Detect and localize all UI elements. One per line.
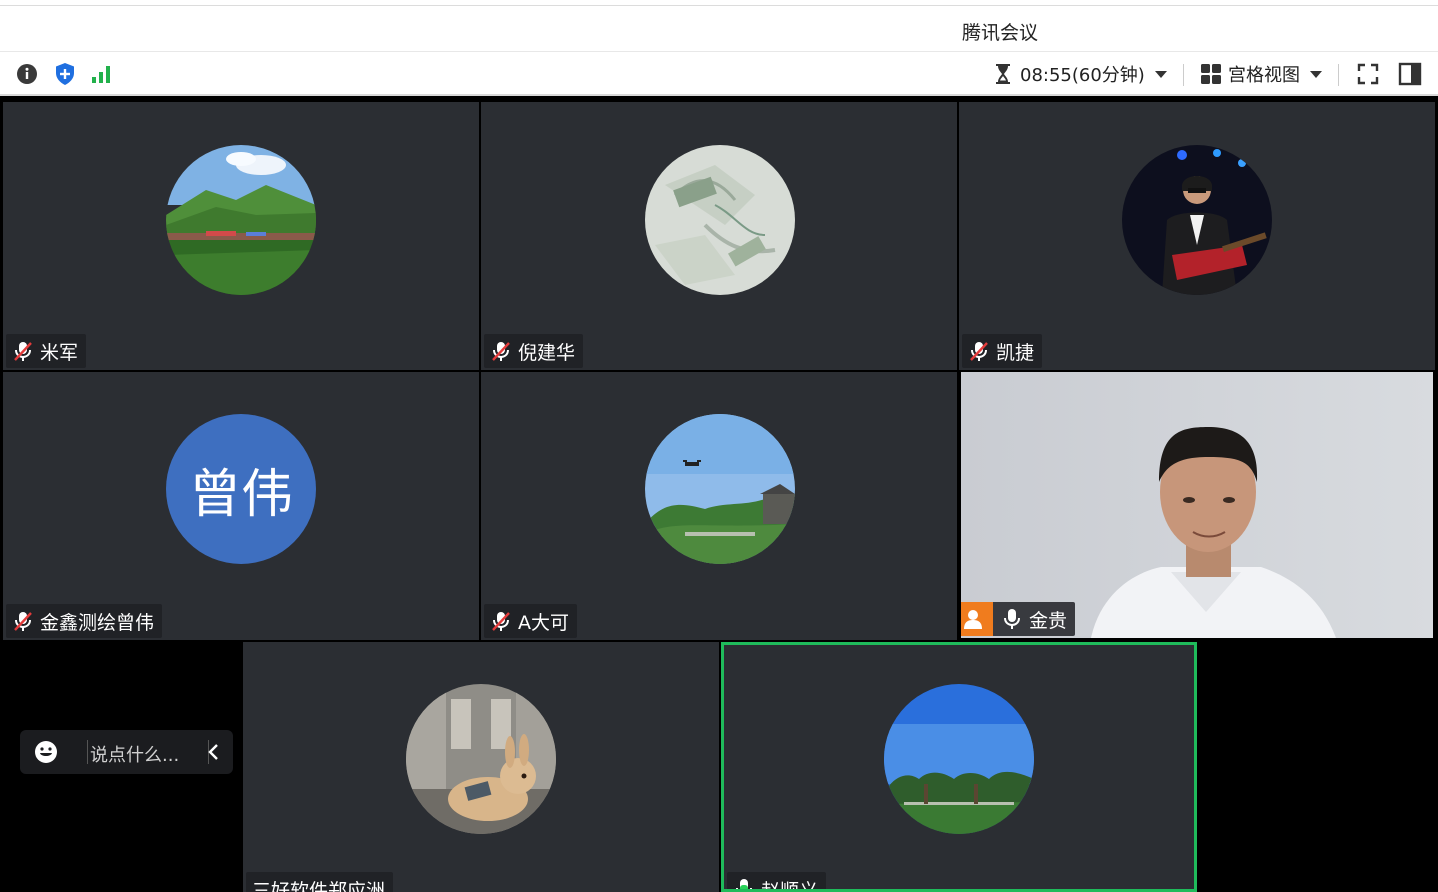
- participant-tile[interactable]: A大可: [481, 372, 957, 640]
- participant-nametag: 金贵: [961, 602, 1076, 636]
- participant-name: 金鑫测绘曾伟: [40, 611, 155, 634]
- mic-muted-icon: [970, 342, 988, 361]
- grid-view-label: 宫格视图: [1228, 65, 1300, 86]
- meeting-timer[interactable]: 08:55(60分钟): [994, 61, 1167, 87]
- chat-divider: [87, 740, 88, 764]
- avatar: [406, 684, 556, 834]
- signal-strength-icon[interactable]: [90, 62, 114, 86]
- host-badge: [961, 602, 993, 636]
- participant-tile[interactable]: 曾伟 金鑫测绘曾伟: [3, 372, 479, 640]
- hourglass-icon: [996, 64, 1010, 84]
- participant-tile[interactable]: 米军: [3, 102, 479, 370]
- participant-nametag: 三好软件郑应洲: [246, 872, 394, 892]
- chevron-left-icon[interactable]: [204, 742, 224, 762]
- meeting-toolbar: 08:55(60分钟) 宫格视图: [0, 52, 1438, 96]
- emoji-icon[interactable]: [34, 740, 58, 764]
- participant-nametag: 米军: [6, 334, 87, 368]
- participant-nametag: 凯捷: [962, 334, 1043, 368]
- title-bar: 腾讯会议: [0, 6, 1438, 52]
- video-grid: 米军 倪建华 凯捷 曾伟 金鑫测绘曾伟 A大可 金贵 三好软件郑应洲 赵顺义 说…: [0, 98, 1438, 892]
- participant-tile[interactable]: 倪建华: [481, 102, 957, 370]
- timer-text: 08:55(60分钟): [1020, 65, 1145, 86]
- chat-placeholder[interactable]: 说点什么...: [90, 741, 179, 767]
- participant-tile[interactable]: 凯捷: [959, 102, 1435, 370]
- avatar: 曾伟: [166, 414, 316, 564]
- chat-input-box[interactable]: 说点什么...: [20, 730, 233, 774]
- host-user-icon: [964, 610, 982, 629]
- participant-name: 金贵: [1029, 609, 1068, 632]
- participant-name: A大可: [518, 611, 569, 634]
- grid-view-button[interactable]: 宫格视图: [1200, 61, 1322, 87]
- participant-name: 倪建华: [518, 341, 576, 364]
- avatar: [645, 145, 795, 295]
- chevron-down-icon: [1310, 70, 1322, 78]
- participant-nametag: A大可: [484, 604, 577, 638]
- toolbar-divider: [1183, 64, 1184, 86]
- participant-name: 三好软件郑应洲: [252, 879, 386, 892]
- participant-tile-active-speaker[interactable]: 赵顺义: [721, 642, 1197, 892]
- info-icon[interactable]: [15, 62, 39, 86]
- security-shield-icon[interactable]: [53, 62, 77, 86]
- mic-on-icon: [1004, 609, 1020, 629]
- participant-name: 赵顺义: [761, 879, 819, 892]
- avatar-initials: 曾伟: [188, 464, 293, 525]
- mic-speaking-icon: [736, 879, 752, 889]
- avatar: [166, 145, 316, 295]
- participant-tile-video[interactable]: 金贵: [961, 372, 1433, 638]
- participant-tile[interactable]: 三好软件郑应洲: [243, 642, 719, 892]
- avatar: [884, 684, 1034, 834]
- mic-muted-icon: [492, 612, 510, 631]
- participant-video-feed: [961, 372, 1433, 638]
- grid-view-icon: [1201, 64, 1221, 84]
- participant-nametag: 倪建华: [484, 334, 584, 368]
- participant-nametag: 赵顺义: [727, 872, 827, 892]
- window-title: 腾讯会议: [961, 22, 1038, 44]
- avatar: [645, 414, 795, 564]
- participant-name: 凯捷: [996, 341, 1035, 364]
- toolbar-divider: [1338, 64, 1339, 86]
- fullscreen-icon[interactable]: [1356, 62, 1380, 86]
- mic-muted-icon: [14, 612, 32, 631]
- participant-name: 米军: [40, 341, 79, 364]
- mic-muted-icon: [14, 342, 32, 361]
- avatar: [1122, 145, 1272, 295]
- chevron-down-icon: [1154, 70, 1167, 78]
- participant-nametag: 金鑫测绘曾伟: [6, 604, 163, 638]
- mic-muted-icon: [492, 342, 510, 361]
- sidebar-toggle-icon[interactable]: [1398, 62, 1422, 86]
